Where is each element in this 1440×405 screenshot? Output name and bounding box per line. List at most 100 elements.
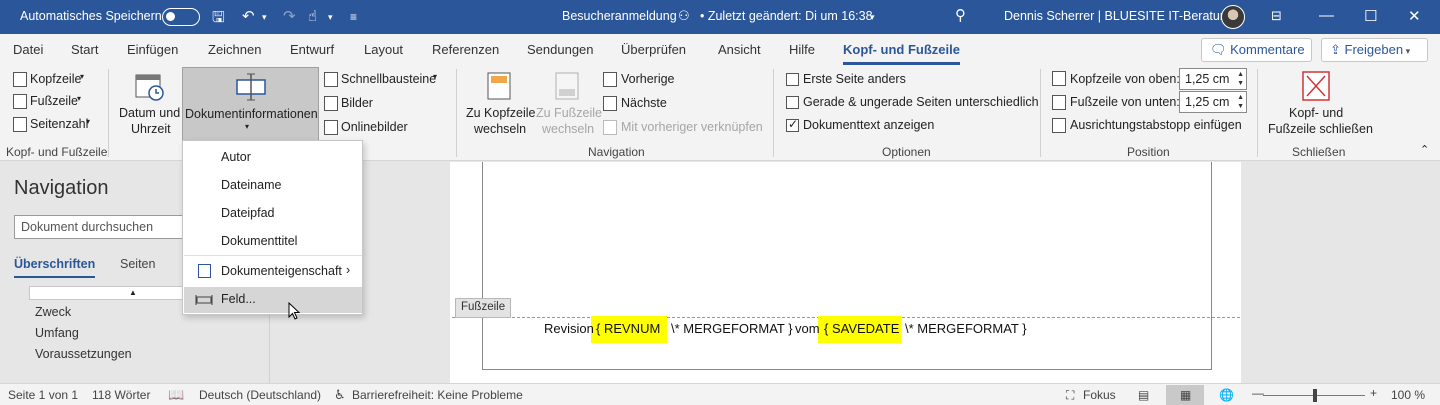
odd-even-checkbox[interactable] [786, 96, 799, 109]
spinner-arrows-icon[interactable]: ▲ ▼ [1237, 70, 1244, 88]
field-revnum[interactable]: { REVNUM [596, 321, 660, 336]
minimize-icon[interactable]: — [1319, 7, 1334, 24]
touch-mode-icon[interactable]: ☝ [308, 7, 317, 25]
document-info-button[interactable]: Dokumentinformationen ▾ [182, 67, 319, 141]
undo-dropdown-icon[interactable]: ▾ [262, 12, 267, 23]
zoom-out-icon[interactable]: — [1252, 386, 1264, 400]
close-icon[interactable]: ✕ [1408, 7, 1421, 25]
word-count[interactable]: 118 Wörter [92, 388, 150, 402]
focus-icon[interactable]: ⛶ [1066, 388, 1074, 403]
header-from-top-input[interactable]: 1,25 cm ▲ ▼ [1179, 68, 1247, 90]
menu-item-filepath[interactable]: Dateipfad [221, 206, 275, 220]
field-savedate[interactable]: { SAVEDATE [824, 321, 899, 336]
menu-item-author[interactable]: Autor [221, 150, 251, 164]
nav-item[interactable]: Umfang [35, 326, 79, 340]
different-first-page-label[interactable]: Erste Seite anders [803, 72, 906, 86]
search-icon[interactable]: ⚲ [955, 6, 966, 24]
avatar[interactable] [1221, 5, 1245, 29]
chevron-down-icon[interactable]: ▾ [77, 94, 81, 103]
zoom-in-icon[interactable]: + [1370, 386, 1377, 400]
nav-item[interactable]: Voraussetzungen [35, 347, 132, 361]
tab-zeichnen[interactable]: Zeichnen [208, 42, 261, 57]
goto-footer-button-line2[interactable]: wechseln [542, 122, 594, 136]
proofing-icon[interactable]: 📖 [168, 387, 184, 403]
tab-ansicht[interactable]: Ansicht [718, 42, 761, 57]
link-previous-button[interactable]: Mit vorheriger verknüpfen [621, 120, 763, 134]
footer-text-mergeformat[interactable]: \* MERGEFORMAT } [671, 321, 793, 336]
online-pictures-button[interactable]: Onlinebilder [341, 120, 408, 134]
autosave-toggle[interactable] [162, 8, 200, 26]
goto-footer-button[interactable]: Zu Fußzeile [536, 106, 602, 120]
tab-entwurf[interactable]: Entwurf [290, 42, 334, 57]
maximize-icon[interactable]: ☐ [1364, 7, 1377, 25]
footer-text-revision[interactable]: Revision [544, 321, 594, 336]
document-title[interactable]: Besucheranmeldung [562, 9, 677, 23]
date-time-button[interactable]: Datum und [119, 106, 180, 120]
save-icon[interactable]: 🖫 [212, 7, 225, 32]
web-layout-icon[interactable]: 🌐 [1219, 388, 1234, 402]
header-button[interactable]: Kopfzeile [30, 72, 81, 86]
footer-text-vom[interactable]: vom [795, 321, 820, 336]
tab-hilfe[interactable]: Hilfe [789, 42, 815, 57]
customize-toolbar-icon[interactable]: ≡ [350, 10, 357, 24]
tab-referenzen[interactable]: Referenzen [432, 42, 499, 57]
close-header-footer-button[interactable]: Kopf- und [1289, 106, 1343, 120]
redo-icon[interactable]: ↷ [283, 7, 296, 25]
chevron-down-icon[interactable]: ▾ [433, 72, 437, 81]
focus-button[interactable]: Fokus [1083, 388, 1116, 402]
show-document-text-checkbox[interactable] [786, 117, 799, 132]
date-time-button-line2[interactable]: Uhrzeit [131, 122, 171, 136]
goto-header-button-line2[interactable]: wechseln [474, 122, 526, 136]
zoom-level[interactable]: 100 % [1391, 388, 1425, 402]
page-number-button[interactable]: Seitenzahl [30, 117, 88, 131]
accessibility-status[interactable]: Barrierefreiheit: Keine Probleme [352, 388, 523, 402]
odd-even-label[interactable]: Gerade & ungerade Seiten unterschiedlich [803, 95, 1039, 109]
collapse-ribbon-icon[interactable]: ⌃ [1420, 143, 1429, 156]
accessibility-icon[interactable]: ♿ [334, 387, 346, 403]
footer-text-mergeformat[interactable]: \* MERGEFORMAT } [905, 321, 1027, 336]
tab-headings[interactable]: Überschriften [14, 257, 96, 278]
tab-ueberpruefen[interactable]: Überprüfen [621, 42, 686, 57]
menu-item-document-property[interactable]: Dokumenteigenschaft [221, 264, 342, 278]
different-first-page-checkbox[interactable] [786, 73, 799, 86]
previous-button[interactable]: Vorherige [621, 72, 675, 86]
show-document-text-label[interactable]: Dokumenttext anzeigen [803, 118, 934, 132]
menu-item-filename[interactable]: Dateiname [221, 178, 281, 192]
user-name[interactable]: Dennis Scherrer | BLUESITE IT-Beratung [1004, 9, 1234, 23]
tab-datei[interactable]: Datei [13, 42, 43, 57]
chevron-down-icon[interactable]: ▾ [80, 72, 84, 81]
close-header-footer-icon[interactable] [1301, 70, 1331, 102]
read-mode-icon[interactable]: ▤ [1138, 388, 1149, 402]
pictures-button[interactable]: Bilder [341, 96, 373, 110]
tab-layout[interactable]: Layout [364, 42, 403, 57]
quick-parts-button[interactable]: Schnellbausteine [341, 72, 436, 86]
page-count[interactable]: Seite 1 von 1 [8, 388, 78, 402]
chevron-down-icon[interactable]: ▾ [870, 12, 875, 23]
tab-start[interactable]: Start [71, 42, 98, 57]
tab-einfuegen[interactable]: Einfügen [127, 42, 178, 57]
ribbon-display-icon[interactable]: ⊟ [1271, 8, 1282, 24]
tab-pages[interactable]: Seiten [120, 257, 155, 271]
tab-sendungen[interactable]: Sendungen [527, 42, 594, 57]
search-input[interactable]: Dokument durchsuchen [14, 215, 192, 239]
calendar-clock-icon[interactable] [134, 71, 166, 103]
language[interactable]: Deutsch (Deutschland) [199, 388, 321, 402]
comments-button[interactable]: 🗨 Kommentare [1201, 38, 1312, 62]
tab-kopf-und-fusszeile[interactable]: Kopf- und Fußzeile [843, 42, 960, 65]
last-modified[interactable]: • Zuletzt geändert: Di um 16:38 [700, 9, 873, 23]
goto-header-button[interactable]: Zu Kopfzeile [466, 106, 535, 120]
zoom-slider-thumb[interactable] [1313, 389, 1317, 402]
footer-button[interactable]: Fußzeile [30, 94, 78, 108]
goto-header-icon[interactable] [486, 71, 512, 101]
touch-dropdown-icon[interactable]: ▾ [328, 12, 333, 23]
nav-item[interactable]: Zweck [35, 305, 71, 319]
insert-alignment-tab-button[interactable]: Ausrichtungstabstopp einfügen [1070, 118, 1242, 132]
footer-from-bottom-input[interactable]: 1,25 cm ▲ ▼ [1179, 91, 1247, 113]
close-header-footer-button-line2[interactable]: Fußzeile schließen [1268, 122, 1373, 136]
spinner-arrows-icon[interactable]: ▲ ▼ [1237, 93, 1244, 111]
next-button[interactable]: Nächste [621, 96, 667, 110]
share-button[interactable]: ⇪ Freigeben ▾ [1321, 38, 1428, 62]
menu-item-field[interactable]: Feld... [221, 292, 256, 306]
undo-icon[interactable]: ↶ [242, 7, 255, 25]
menu-item-document-title[interactable]: Dokumenttitel [221, 234, 297, 248]
